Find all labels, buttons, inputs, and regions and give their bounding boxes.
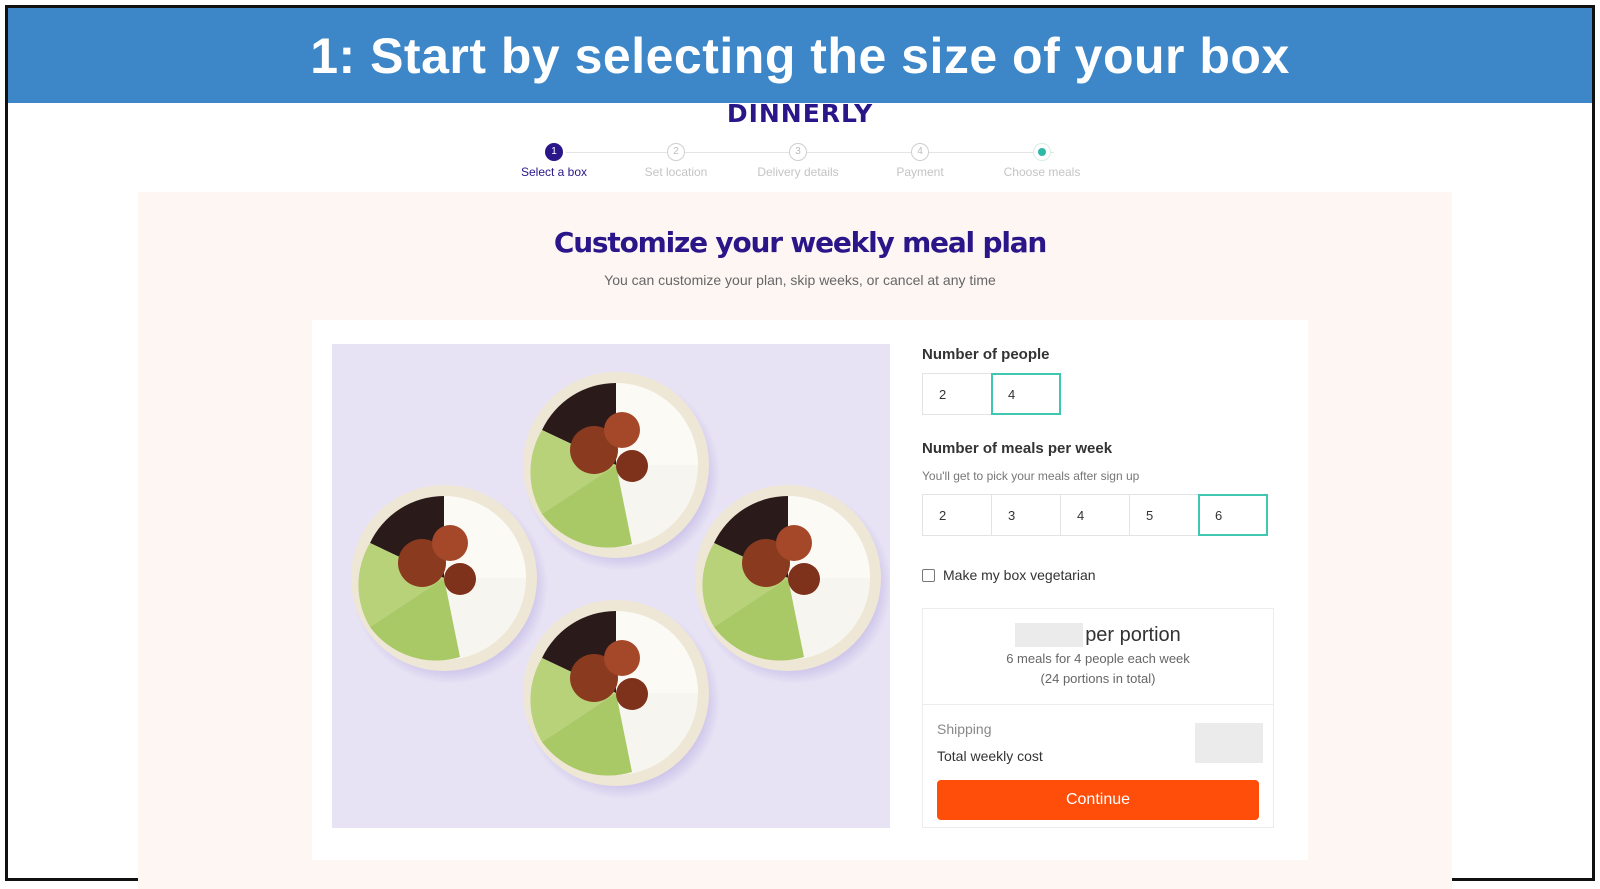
page-subtitle: You can customize your plan, skip weeks,… <box>604 272 996 288</box>
page-title: Customize your weekly meal plan <box>553 226 1048 259</box>
step-delivery-details: 3 Delivery details <box>736 136 860 179</box>
meals-option-4[interactable]: 4 <box>1060 494 1130 536</box>
price-summary: per portion 6 meals for 4 people each we… <box>922 608 1274 828</box>
vegetarian-option[interactable]: Make my box vegetarian <box>922 567 1096 583</box>
redacted-cost-values <box>1195 723 1263 763</box>
plan-options: Number of people 2 4 Number of meals per… <box>922 346 1274 536</box>
step-4-circle: 4 <box>911 143 929 161</box>
dinnerly-logo[interactable]: DINNERLY <box>0 99 1600 128</box>
step-1-label: Select a box <box>520 165 588 179</box>
step-choose-meals: Choose meals <box>980 136 1104 179</box>
step-payment: 4 Payment <box>858 136 982 179</box>
meals-label: Number of meals per week <box>922 440 1113 457</box>
step-3-circle: 3 <box>789 143 807 161</box>
meals-option-3[interactable]: 3 <box>991 494 1061 536</box>
step-2-circle: 2 <box>667 143 685 161</box>
bowl-right <box>695 485 890 684</box>
bowl-top <box>523 372 720 571</box>
portions-summary: (24 portions in total) <box>1040 671 1156 686</box>
step-2-label: Set location <box>644 165 708 179</box>
meals-summary: 6 meals for 4 people each week <box>1006 651 1190 666</box>
redacted-portion-price <box>1015 623 1084 647</box>
people-option-4[interactable]: 4 <box>991 373 1061 415</box>
people-label: Number of people <box>922 346 1050 363</box>
meal-bowls-illustration <box>351 372 890 799</box>
bowl-bottom <box>523 600 720 799</box>
step-select-a-box: 1 Select a box <box>492 136 616 179</box>
vegetarian-label[interactable]: Make my box vegetarian <box>943 567 1096 583</box>
people-selector: 2 4 <box>922 373 1274 415</box>
meals-hint: You'll get to pick your meals after sign… <box>922 469 1140 483</box>
total-cost-label: Total weekly cost <box>937 748 1043 764</box>
meal-image <box>332 344 890 828</box>
signup-stepper: 1 Select a box 2 Set location 3 Delivery… <box>500 136 1120 181</box>
continue-button[interactable]: Continue <box>937 780 1259 820</box>
meals-option-2[interactable]: 2 <box>922 494 992 536</box>
meals-option-5[interactable]: 5 <box>1129 494 1199 536</box>
step-1-circle: 1 <box>545 143 563 161</box>
people-option-2[interactable]: 2 <box>922 373 992 415</box>
step-4-label: Payment <box>896 165 944 179</box>
step-3-label: Delivery details <box>757 165 839 179</box>
bowl-left <box>351 485 548 684</box>
banner-title: 1: Start by selecting the size of your b… <box>310 27 1290 84</box>
vegetarian-checkbox[interactable] <box>922 568 935 582</box>
step-set-location: 2 Set location <box>614 136 738 179</box>
meals-option-6[interactable]: 6 <box>1198 494 1268 536</box>
tutorial-banner: 1: Start by selecting the size of your b… <box>8 8 1592 103</box>
shipping-label: Shipping <box>937 721 992 737</box>
step-5-dot-icon <box>1033 143 1051 161</box>
per-portion-label: per portion <box>1085 623 1181 646</box>
meals-selector: 2 3 4 5 6 <box>922 494 1274 536</box>
per-portion-summary: per portion 6 meals for 4 people each we… <box>923 609 1273 705</box>
step-5-label: Choose meals <box>1003 165 1081 179</box>
